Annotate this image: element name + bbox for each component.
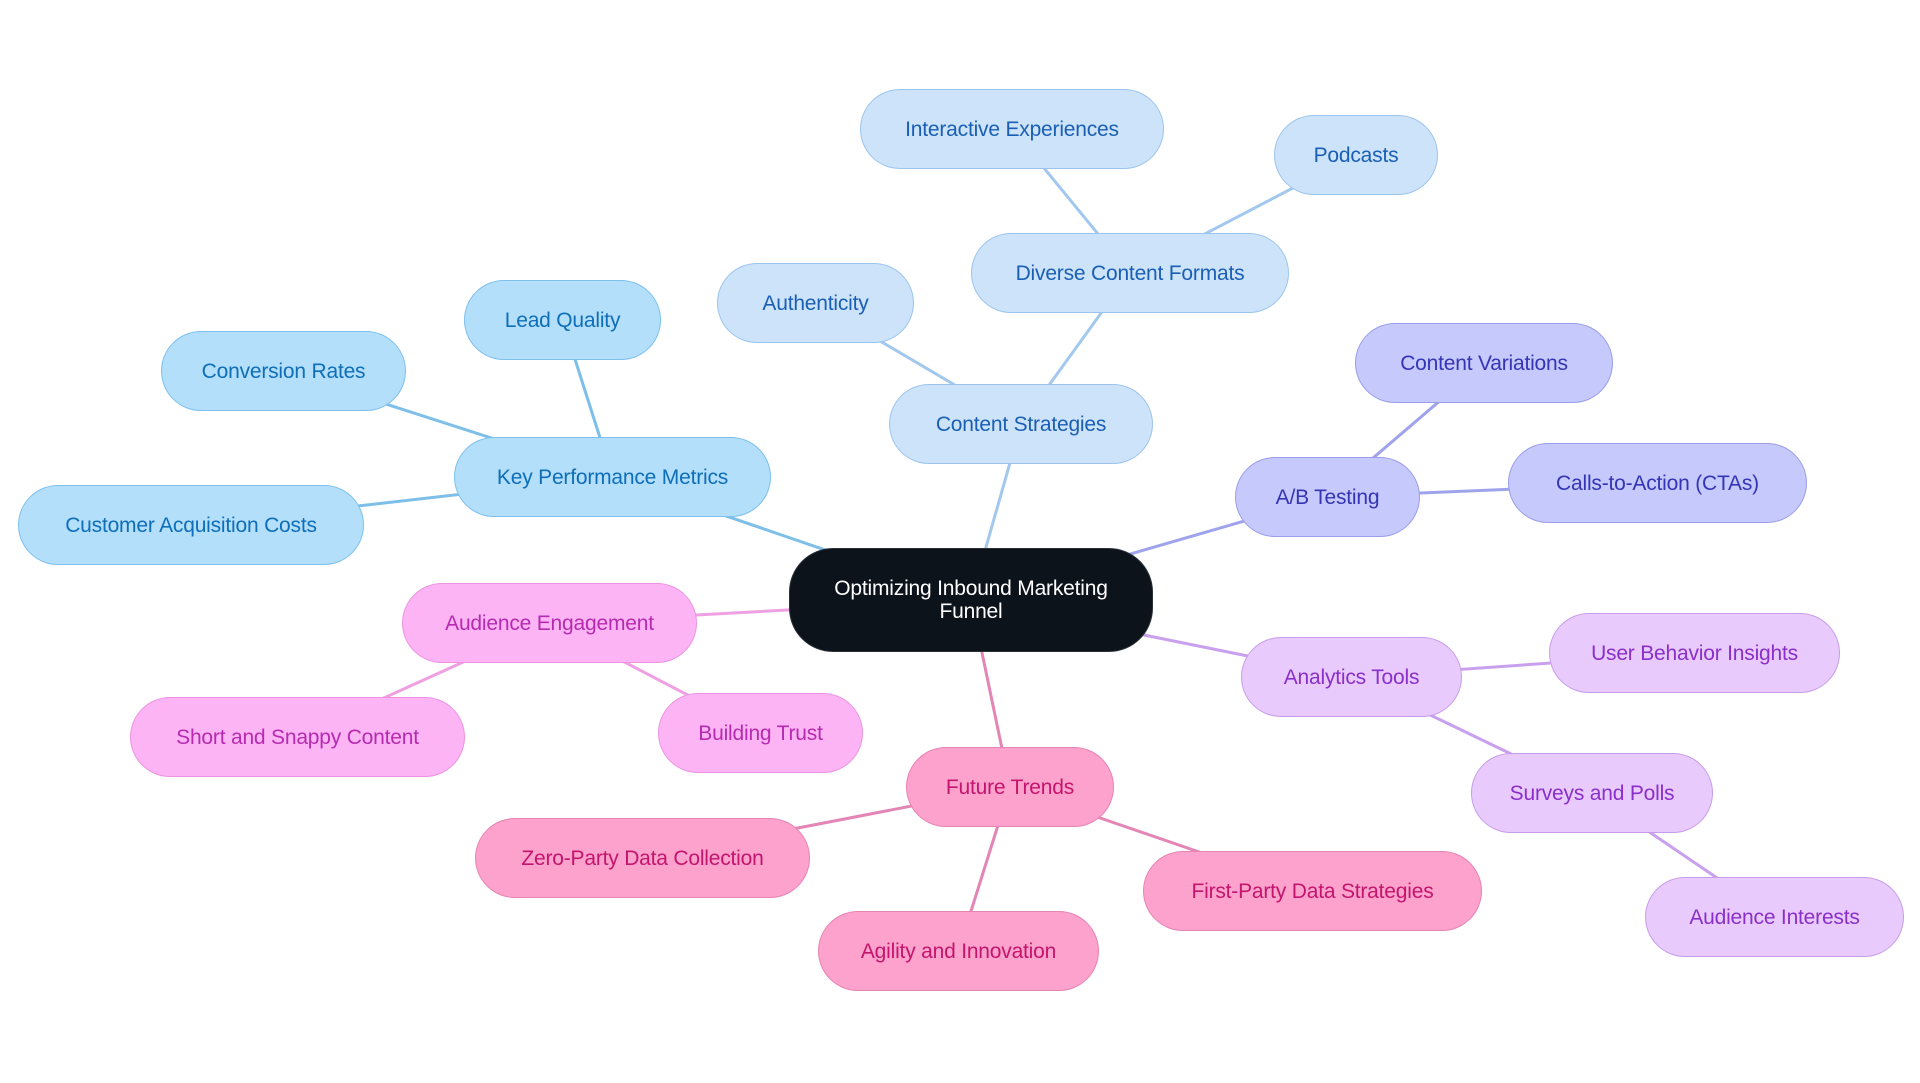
node-key-performance-metrics[interactable]: Key Performance Metrics	[454, 437, 771, 517]
node-label: Audience Engagement	[445, 611, 654, 635]
node-audience-interests[interactable]: Audience Interests	[1645, 877, 1904, 957]
node-label: Diverse Content Formats	[1015, 261, 1245, 285]
node-label: Conversion Rates	[201, 359, 366, 383]
node-content-variations[interactable]: Content Variations	[1355, 323, 1613, 403]
node-first-party-data-strategies[interactable]: First-Party Data Strategies	[1143, 851, 1482, 931]
node-lead-quality[interactable]: Lead Quality	[464, 280, 661, 360]
node-label: Lead Quality	[504, 308, 621, 332]
node-building-trust[interactable]: Building Trust	[658, 693, 863, 773]
node-label: Interactive Experiences	[905, 117, 1119, 141]
node-agility-and-innovation[interactable]: Agility and Innovation	[818, 911, 1099, 991]
node-diverse-content-formats[interactable]: Diverse Content Formats	[971, 233, 1289, 313]
node-podcasts[interactable]: Podcasts	[1274, 115, 1438, 195]
node-label: Zero-Party Data Collection	[521, 846, 764, 870]
node-customer-acquisition-costs[interactable]: Customer Acquisition Costs	[18, 485, 364, 565]
node-label: Content Strategies	[935, 412, 1107, 436]
node-zero-party-data-collection[interactable]: Zero-Party Data Collection	[475, 818, 810, 898]
node-label: Authenticity	[762, 291, 869, 315]
node-label: Building Trust	[698, 721, 823, 745]
node-content-strategies[interactable]: Content Strategies	[889, 384, 1153, 464]
node-label: Calls-to-Action (CTAs)	[1556, 471, 1759, 495]
node-audience-engagement[interactable]: Audience Engagement	[402, 583, 697, 663]
node-calls-to-action[interactable]: Calls-to-Action (CTAs)	[1508, 443, 1807, 523]
node-label: Agility and Innovation	[860, 939, 1057, 963]
node-short-and-snappy-content[interactable]: Short and Snappy Content	[130, 697, 465, 777]
node-label: Key Performance Metrics	[496, 465, 729, 489]
node-label: Customer Acquisition Costs	[65, 513, 317, 537]
node-label: Surveys and Polls	[1509, 781, 1675, 805]
node-ab-testing[interactable]: A/B Testing	[1235, 457, 1420, 537]
node-label: Analytics Tools	[1283, 665, 1420, 689]
root-node[interactable]: Optimizing Inbound Marketing Funnel	[789, 548, 1153, 652]
root-node-label: Optimizing Inbound Marketing Funnel	[834, 577, 1108, 623]
node-label: Short and Snappy Content	[176, 725, 419, 749]
node-conversion-rates[interactable]: Conversion Rates	[161, 331, 406, 411]
mind-map-canvas: Optimizing Inbound Marketing Funnel Key …	[0, 0, 1920, 1083]
node-surveys-and-polls[interactable]: Surveys and Polls	[1471, 753, 1713, 833]
node-authenticity[interactable]: Authenticity	[717, 263, 914, 343]
node-label: Content Variations	[1400, 351, 1568, 375]
node-label: Audience Interests	[1689, 905, 1860, 929]
node-label: User Behavior Insights	[1591, 641, 1798, 665]
node-interactive-experiences[interactable]: Interactive Experiences	[860, 89, 1164, 169]
node-future-trends[interactable]: Future Trends	[906, 747, 1114, 827]
node-label: First-Party Data Strategies	[1191, 879, 1434, 903]
node-label: A/B Testing	[1275, 485, 1380, 509]
node-user-behavior-insights[interactable]: User Behavior Insights	[1549, 613, 1840, 693]
node-label: Podcasts	[1313, 143, 1399, 167]
node-label: Future Trends	[945, 775, 1075, 799]
node-analytics-tools[interactable]: Analytics Tools	[1241, 637, 1462, 717]
